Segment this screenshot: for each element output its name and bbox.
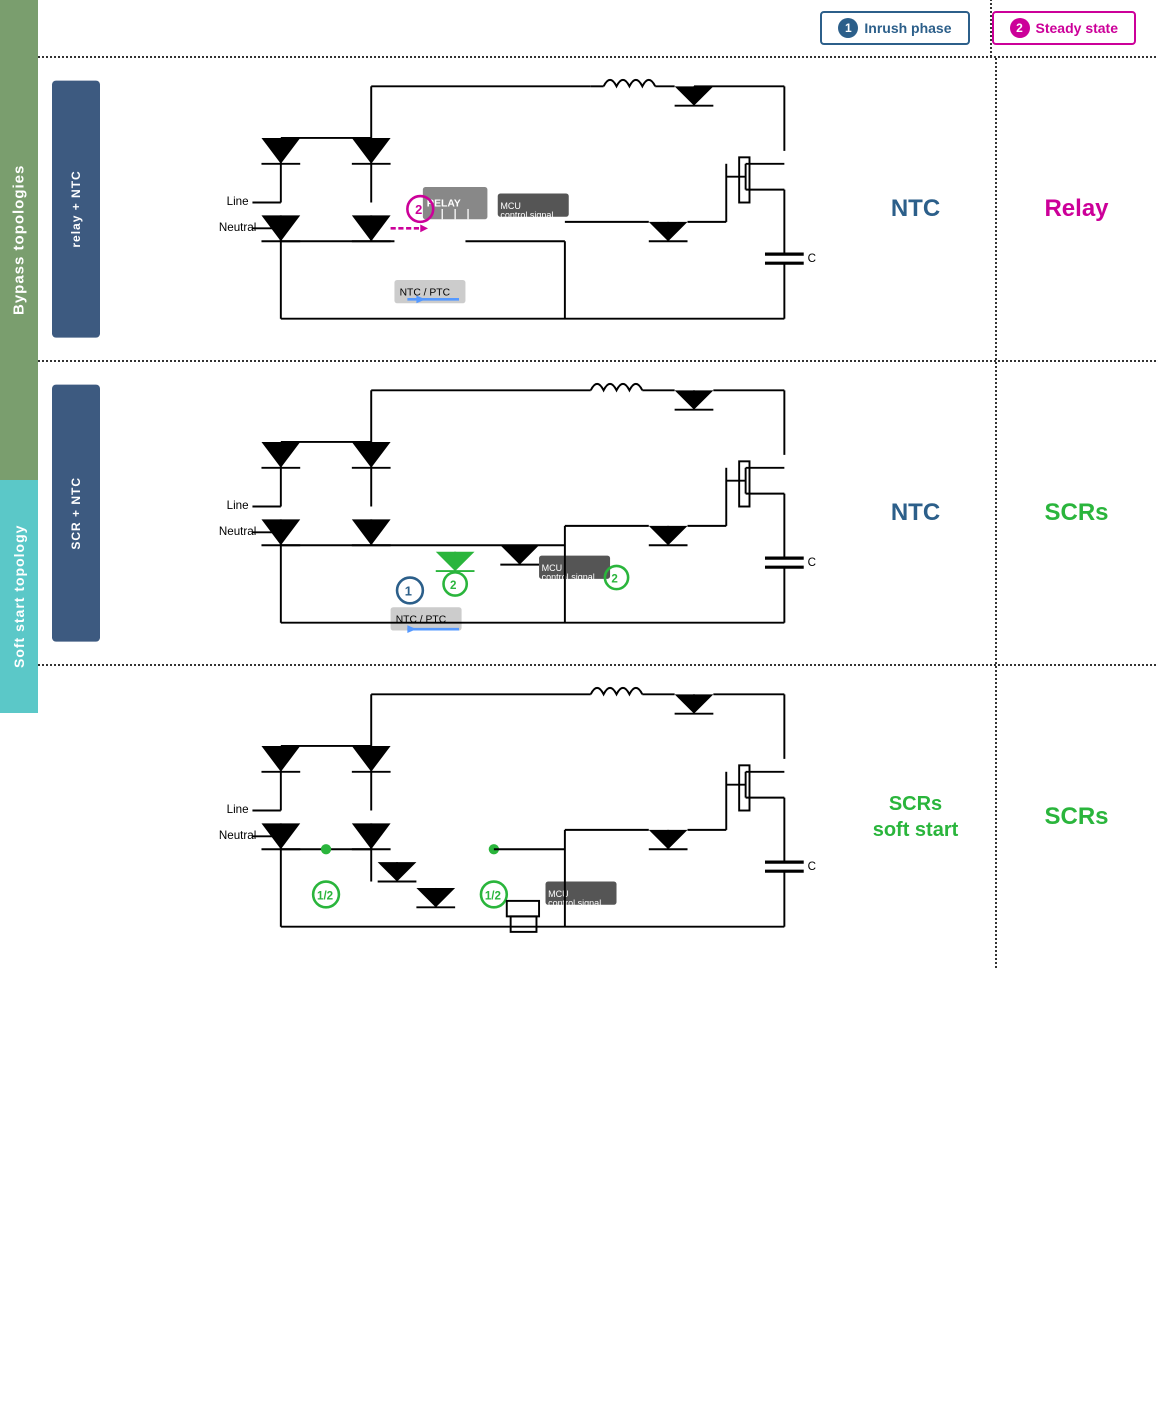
softstart-label-col: [38, 666, 113, 968]
softstart-inrush-label: SCRs soft start: [873, 791, 959, 843]
steady-number: 2: [1010, 18, 1030, 38]
svg-text:2: 2: [450, 579, 456, 592]
svg-text:1: 1: [405, 584, 412, 599]
scr-ntc-inrush-col: NTC: [836, 362, 997, 664]
inrush-number: 1: [838, 18, 858, 38]
svg-text:control signal: control signal: [542, 572, 595, 582]
svg-text:Line: Line: [227, 499, 249, 512]
scr-ntc-steady-label: SCRs: [1044, 499, 1108, 527]
relay-ntc-circuit: Line Neutral: [113, 58, 836, 360]
scr-ntc-label-col: SCR + NTC: [38, 362, 113, 664]
svg-text:control signal: control signal: [500, 210, 553, 220]
relay-ntc-steady-label: Relay: [1044, 195, 1108, 223]
relay-ntc-steady-col: Relay: [997, 58, 1156, 360]
svg-text:Line: Line: [227, 195, 249, 208]
softstart-row: Line Neutral 1/2: [38, 666, 1156, 968]
steady-badge: 2 Steady state: [992, 11, 1136, 45]
svg-text:1/2: 1/2: [485, 889, 501, 902]
scr-ntc-steady-col: SCRs: [997, 362, 1156, 664]
softstart-steady-label: SCRs: [1044, 803, 1108, 831]
svg-text:NTC / PTC: NTC / PTC: [400, 287, 451, 298]
scr-ntc-label: SCR + NTC: [52, 385, 100, 642]
relay-ntc-right: NTC Relay: [836, 58, 1156, 360]
svg-text:control signal: control signal: [548, 898, 601, 908]
inrush-badge: 1 Inrush phase: [820, 11, 969, 45]
softstart-steady-col: SCRs: [997, 666, 1156, 968]
main-container: Bypass topologies Soft start topology 1 …: [0, 0, 1156, 713]
scr-ntc-row: SCR + NTC: [38, 362, 1156, 666]
steady-label: Steady state: [1036, 20, 1118, 36]
svg-text:C: C: [808, 252, 816, 265]
inrush-label: Inrush phase: [864, 20, 951, 36]
svg-text:Neutral: Neutral: [219, 829, 256, 842]
softstart-circuit: Line Neutral 1/2: [113, 666, 836, 968]
softstart-right: SCRs soft start SCRs: [836, 666, 1156, 968]
content-area: 1 Inrush phase 2 Steady state relay + NT…: [38, 0, 1156, 713]
scr-ntc-right: NTC SCRs: [836, 362, 1156, 664]
svg-text:1/2: 1/2: [317, 889, 333, 902]
svg-text:C: C: [808, 556, 816, 569]
svg-text:2: 2: [415, 202, 422, 217]
bypass-topologies-label: Bypass topologies: [0, 0, 38, 480]
relay-ntc-label-col: relay + NTC: [38, 58, 113, 360]
softstart-inrush-col: SCRs soft start: [836, 666, 997, 968]
header-row: 1 Inrush phase 2 Steady state: [38, 0, 1156, 58]
left-labels: Bypass topologies Soft start topology: [0, 0, 38, 713]
rows-area: relay + NTC: [38, 58, 1156, 968]
relay-ntc-row: relay + NTC: [38, 58, 1156, 362]
relay-ntc-label: relay + NTC: [52, 81, 100, 338]
svg-text:Line: Line: [227, 803, 249, 816]
svg-text:C: C: [808, 860, 816, 873]
svg-text:2: 2: [611, 573, 617, 586]
svg-text:Neutral: Neutral: [219, 221, 256, 234]
relay-ntc-inrush-col: NTC: [836, 58, 997, 360]
svg-text:NTC / PTC: NTC / PTC: [396, 615, 447, 626]
softstart-topology-label: Soft start topology: [0, 480, 38, 713]
relay-ntc-inrush-label: NTC: [891, 195, 940, 223]
scr-ntc-circuit: Line Neutral 1: [113, 362, 836, 664]
svg-text:Neutral: Neutral: [219, 525, 256, 538]
scr-ntc-inrush-label: NTC: [891, 499, 940, 527]
